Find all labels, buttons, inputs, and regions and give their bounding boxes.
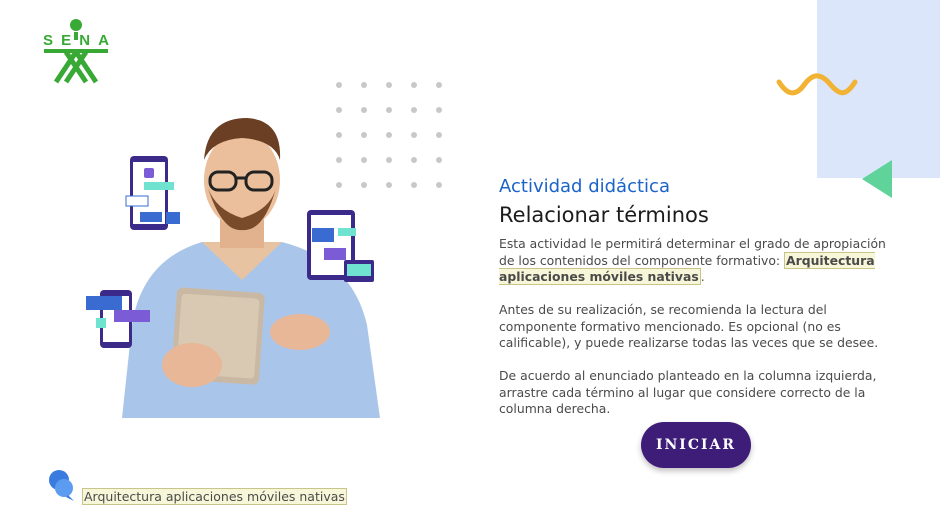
decorative-triangle xyxy=(862,160,892,198)
grid-dot xyxy=(411,107,417,113)
grid-dot xyxy=(411,182,417,188)
man-with-tablet-illustration xyxy=(86,118,380,418)
footer-component-label: Arquitectura aplicaciones móviles nativa… xyxy=(82,488,347,505)
instructions-paragraph: De acuerdo al enunciado planteado en la … xyxy=(499,368,877,416)
grid-dot xyxy=(386,82,392,88)
grid-dot xyxy=(436,182,442,188)
grid-dot xyxy=(436,157,442,163)
recommendation-paragraph: Antes de su realización, se recomienda l… xyxy=(499,302,879,350)
activity-title: Relacionar términos xyxy=(499,203,709,227)
intro-end: . xyxy=(700,269,705,284)
chat-bubbles-icon xyxy=(49,470,74,501)
grid-dot xyxy=(336,82,342,88)
activity-subtitle: Actividad didáctica xyxy=(499,176,670,197)
grid-dot xyxy=(436,132,442,138)
start-button[interactable]: INICIAR xyxy=(641,422,751,468)
intro-paragraph: Esta actividad le permitirá determinar e… xyxy=(499,236,891,286)
grid-dot xyxy=(411,82,417,88)
sena-logo: SENA xyxy=(43,19,109,84)
grid-dot xyxy=(436,82,442,88)
grid-dot xyxy=(361,82,367,88)
grid-dot xyxy=(411,157,417,163)
grid-dot xyxy=(411,132,417,138)
decorative-squiggle xyxy=(776,73,858,96)
grid-dot xyxy=(436,107,442,113)
